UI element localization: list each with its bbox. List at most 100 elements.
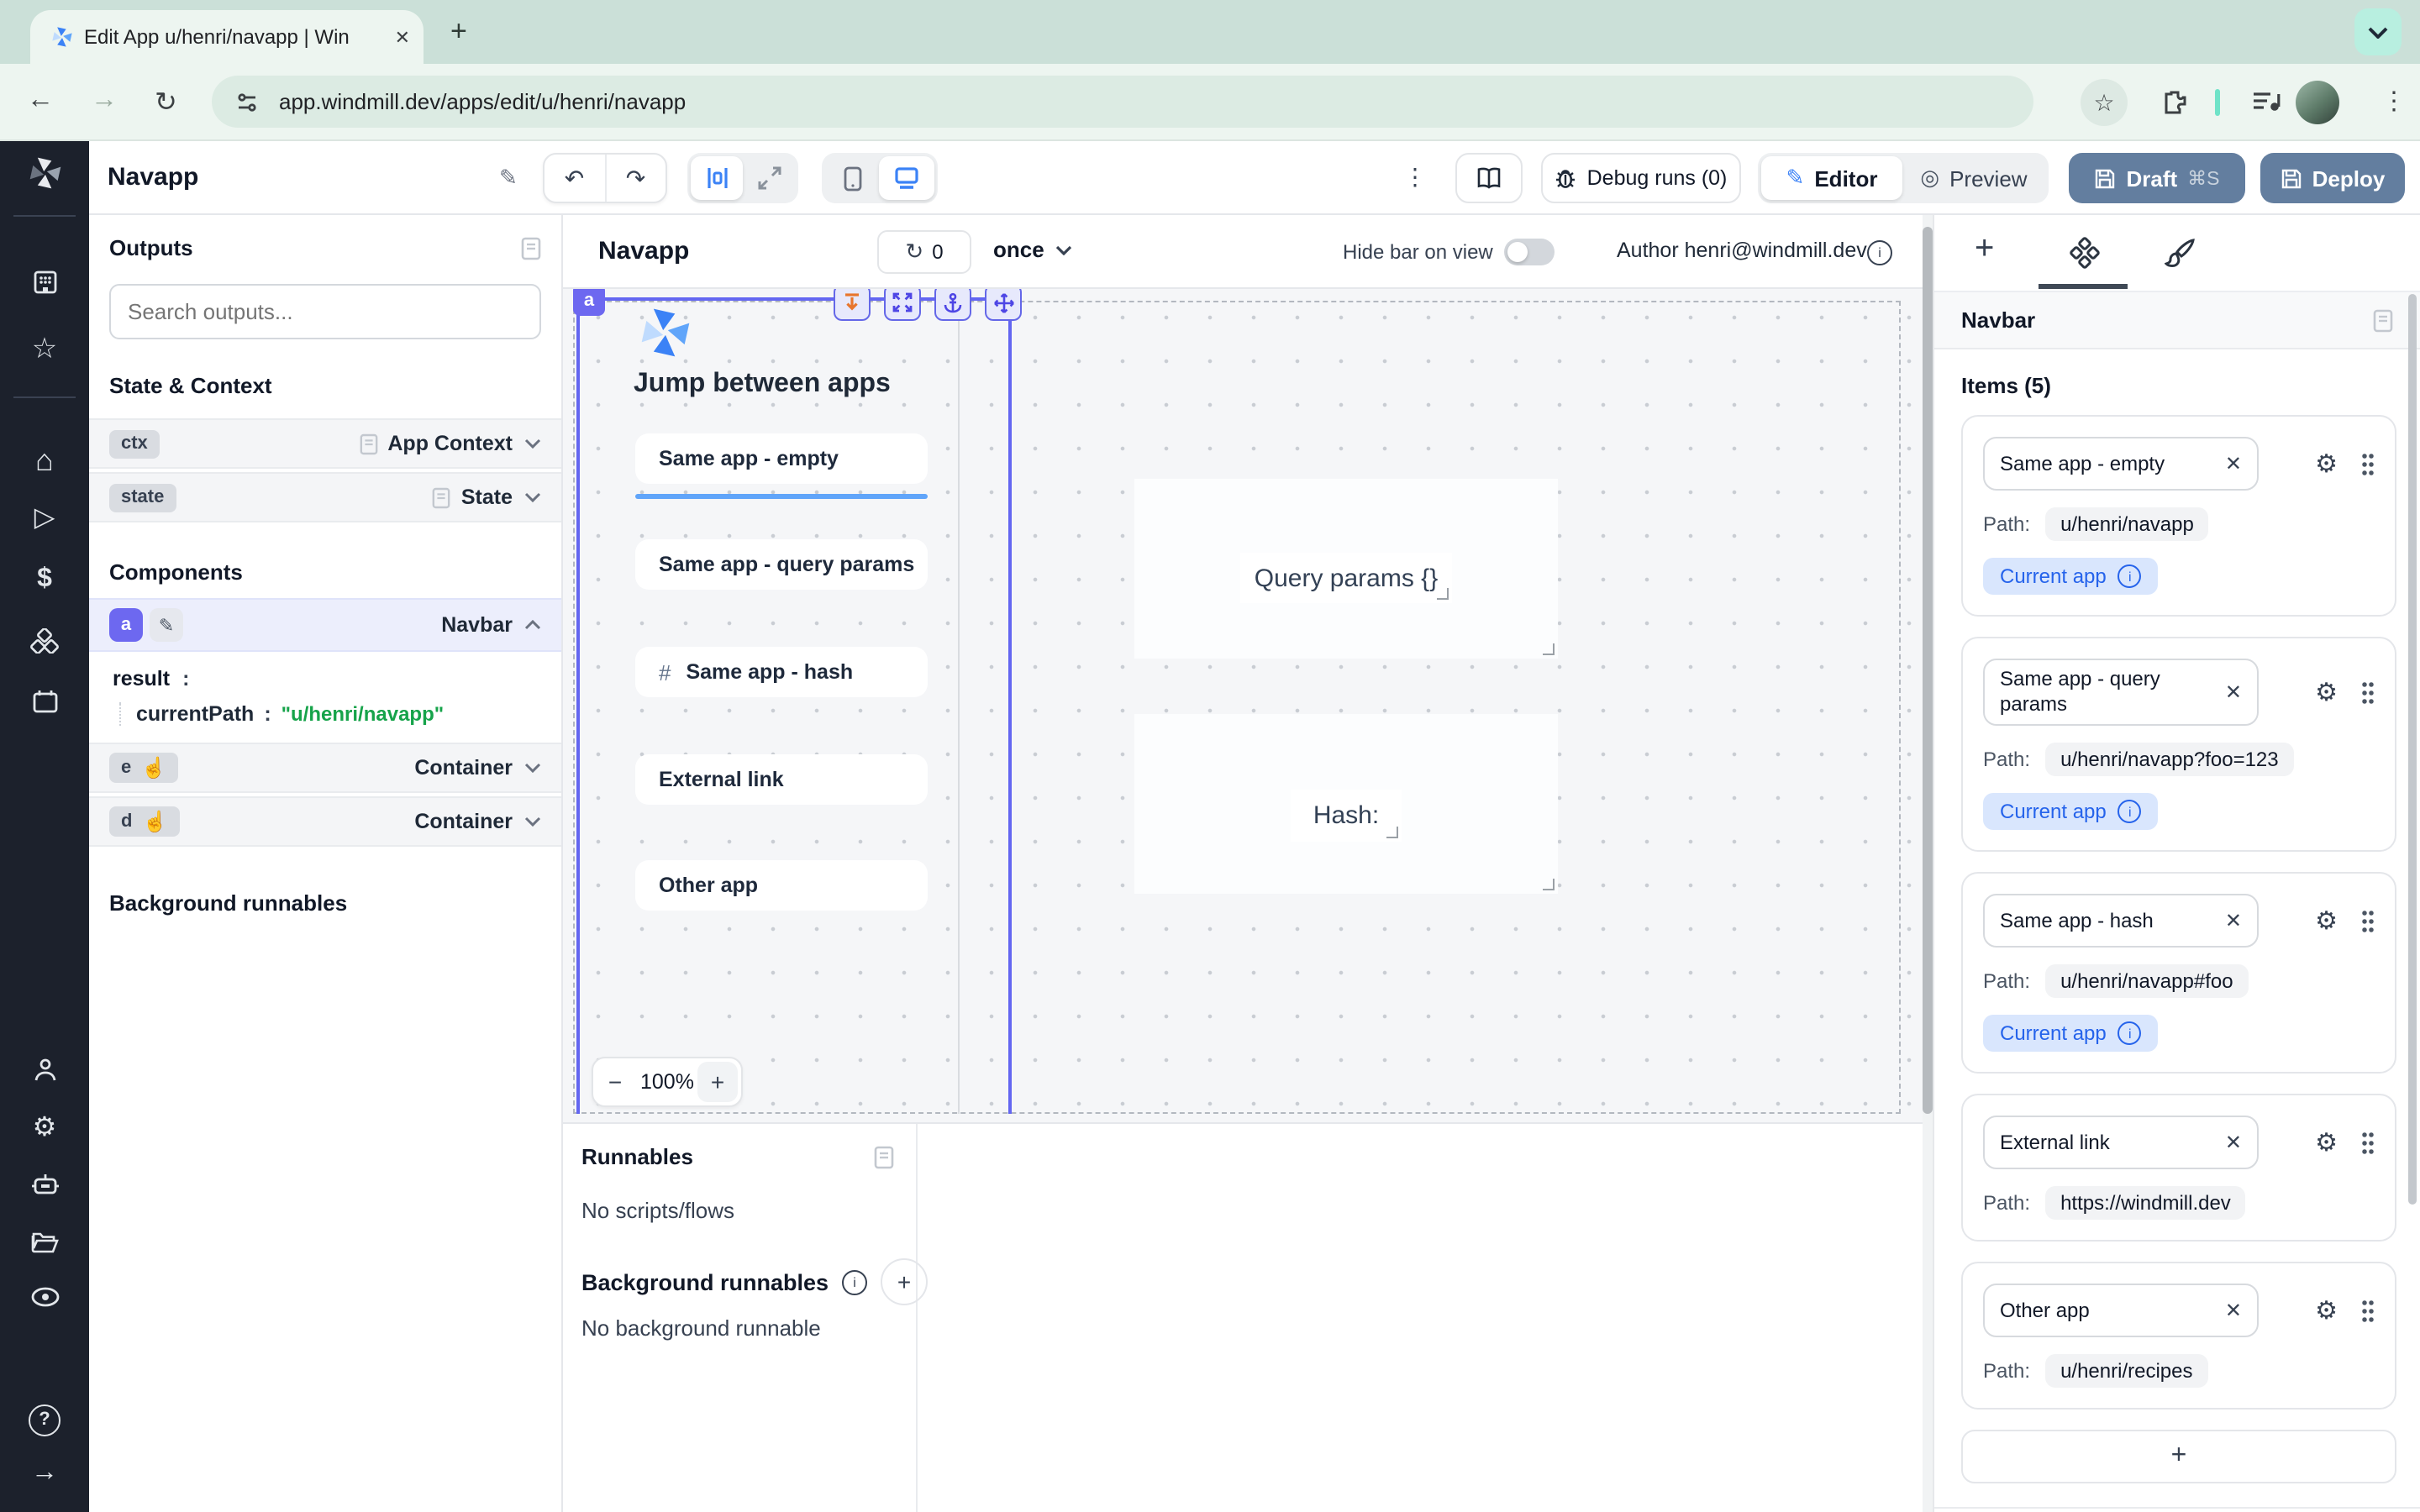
item-label-input[interactable]: Same app - hash ✕ (1983, 894, 2259, 948)
nav-item-other-app[interactable]: Other app (635, 860, 928, 911)
drag-handle-icon[interactable] (2361, 909, 2375, 932)
fullscreen-component-button[interactable] (884, 289, 921, 321)
nav-item-query-params[interactable]: Same app - query params (635, 539, 928, 590)
path-value[interactable]: u/henri/navapp?foo=123 (2045, 743, 2294, 776)
component-edit-button[interactable]: ✎ (150, 608, 183, 642)
draft-button[interactable]: Draft ⌘S (2069, 153, 2245, 203)
component-row-container-d[interactable]: d ☝ Container (89, 796, 561, 847)
clear-icon[interactable]: ✕ (2225, 909, 2242, 932)
drag-handle-icon[interactable] (2361, 452, 2375, 475)
rail-item-resources[interactable] (0, 628, 89, 654)
docs-button[interactable] (1455, 153, 1523, 203)
resize-handle[interactable] (1386, 827, 1398, 838)
runnables-doc-icon[interactable] (874, 1145, 894, 1168)
app-canvas[interactable]: a Jump between apps Same app - empty Sam… (563, 289, 1923, 1122)
resize-handle[interactable] (1543, 643, 1555, 655)
info-icon[interactable]: i (2118, 1021, 2142, 1045)
path-value[interactable]: u/henri/navapp#foo (2045, 964, 2249, 998)
path-value[interactable]: u/henri/recipes (2045, 1354, 2207, 1388)
component-id-chip[interactable]: a (573, 289, 605, 316)
component-doc-icon[interactable] (2373, 308, 2393, 332)
rail-item-variables[interactable]: $ (0, 566, 89, 593)
settings-tab-components-icon[interactable] (2069, 237, 2101, 269)
profile-avatar[interactable] (2296, 81, 2339, 124)
centered-layout-button[interactable] (691, 156, 743, 200)
refresh-mode-select[interactable]: once (993, 237, 1073, 262)
item-settings-gear-icon[interactable]: ⚙ (2315, 677, 2338, 707)
zoom-out-button[interactable]: − (593, 1068, 637, 1095)
item-settings-gear-icon[interactable]: ⚙ (2315, 449, 2338, 479)
full-width-button[interactable] (743, 156, 795, 200)
forward-icon[interactable]: → (91, 86, 118, 116)
rail-item-help[interactable]: ? (0, 1404, 89, 1436)
rail-item-folders[interactable] (0, 1230, 89, 1253)
info-icon[interactable]: i (842, 1269, 867, 1294)
path-value[interactable]: u/henri/navapp (2045, 507, 2209, 541)
nav-item-same-app-empty[interactable]: Same app - empty (635, 433, 928, 484)
move-component-button[interactable] (985, 289, 1022, 321)
drag-handle-icon[interactable] (2361, 1131, 2375, 1154)
desktop-view-button[interactable] (879, 156, 934, 200)
new-tab-icon[interactable]: + (450, 15, 467, 49)
nav-item-external-link[interactable]: External link (635, 754, 928, 805)
bookmark-button[interactable]: ☆ (2081, 79, 2128, 126)
resize-handle[interactable] (1437, 588, 1449, 600)
preview-tab[interactable]: ◎ Preview (1902, 156, 2045, 200)
windmill-logo-icon[interactable] (0, 155, 89, 192)
item-settings-gear-icon[interactable]: ⚙ (2315, 906, 2338, 936)
drag-handle-icon[interactable] (2361, 680, 2375, 704)
rail-item-favorites[interactable]: ☆ (0, 334, 89, 363)
rail-item-runs[interactable]: ▷ (0, 506, 89, 533)
query-params-text-component[interactable]: Query params {} (1240, 553, 1452, 603)
more-menu-icon[interactable]: ⋮ (1403, 163, 1427, 192)
clear-icon[interactable]: ✕ (2225, 452, 2242, 475)
address-bar[interactable]: app.windmill.dev/apps/edit/u/henri/navap… (212, 76, 2033, 128)
back-icon[interactable]: ← (27, 86, 54, 116)
rail-item-home[interactable]: ⌂ (0, 445, 89, 475)
rail-item-workers[interactable] (0, 1173, 89, 1196)
item-settings-gear-icon[interactable]: ⚙ (2315, 1295, 2338, 1326)
hash-container[interactable]: Hash: (1134, 714, 1558, 894)
outputs-doc-icon[interactable] (521, 236, 541, 260)
item-label-input[interactable]: Other app ✕ (1983, 1284, 2259, 1337)
rail-item-settings[interactable]: ⚙ (0, 1116, 89, 1142)
rail-item-users[interactable] (0, 1057, 89, 1084)
deploy-button[interactable]: Deploy (2260, 153, 2405, 203)
hash-text-component[interactable]: Hash: (1291, 790, 1402, 842)
search-outputs-input[interactable] (109, 284, 541, 339)
rail-item-schedules[interactable] (0, 689, 89, 714)
selection-right-edge[interactable] (1008, 301, 1012, 1114)
scrollbar-thumb[interactable] (1923, 227, 1933, 1114)
rail-expand-button[interactable]: → (0, 1460, 89, 1487)
reload-icon[interactable]: ↻ (155, 86, 177, 119)
rail-item-audit[interactable] (0, 1287, 89, 1307)
rename-pencil-icon[interactable]: ✎ (499, 165, 518, 192)
info-icon[interactable]: i (2118, 564, 2142, 588)
tab-close-icon[interactable]: ✕ (395, 26, 410, 48)
extensions-icon[interactable] (2161, 89, 2188, 116)
component-row-container-e[interactable]: e ☝ Container (89, 743, 561, 793)
browser-menu-icon[interactable]: ⋮ (2381, 86, 2407, 116)
add-background-runnable-button[interactable]: + (881, 1258, 928, 1305)
state-row[interactable]: state State (89, 472, 561, 522)
debug-runs-button[interactable]: Debug runs (0) (1541, 153, 1741, 203)
redo-button[interactable]: ↷ (606, 156, 666, 200)
style-tab-brush-icon[interactable] (2165, 237, 2196, 269)
insert-tab-plus-icon[interactable]: + (1975, 230, 1994, 269)
mobile-view-button[interactable] (825, 156, 879, 200)
reading-list-icon[interactable] (2252, 89, 2281, 114)
info-icon[interactable]: i (2118, 800, 2142, 823)
editor-tab[interactable]: ✎ Editor (1761, 156, 1902, 200)
browser-tab[interactable]: Edit App u/henri/navapp | Win ✕ (30, 10, 424, 64)
right-panel-scrollbar-thumb[interactable] (2408, 294, 2417, 1205)
anchor-component-button[interactable] (934, 289, 971, 321)
expand-down-button[interactable] (834, 289, 871, 321)
item-label-input[interactable]: External link ✕ (1983, 1116, 2259, 1169)
ctx-row[interactable]: ctx App Context (89, 418, 561, 469)
component-row-navbar[interactable]: a ✎ Navbar (89, 598, 561, 652)
query-params-container[interactable]: Query params {} (1134, 479, 1558, 659)
refresh-button[interactable]: ↻ 0 (877, 230, 971, 274)
editor-scrollbar[interactable] (1923, 215, 1933, 1512)
item-label-input[interactable]: Same app - empty ✕ (1983, 437, 2259, 491)
add-item-button[interactable]: + (1961, 1430, 2396, 1483)
